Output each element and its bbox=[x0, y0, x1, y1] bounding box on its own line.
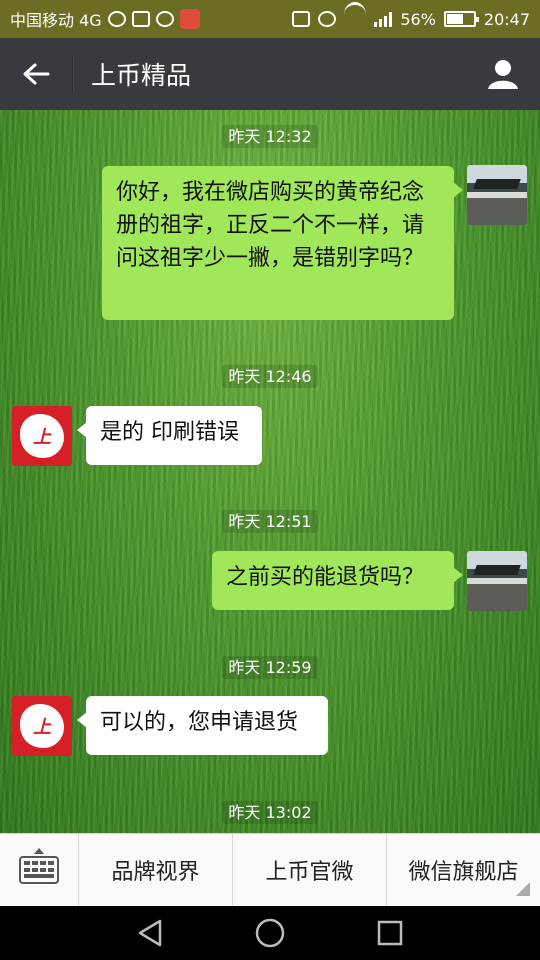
person-icon bbox=[488, 60, 518, 89]
nav-back-button[interactable] bbox=[125, 913, 175, 953]
bottom-menu: 品牌视界 上币官微 微信旗舰店 bbox=[0, 833, 540, 906]
battery-icon bbox=[443, 11, 479, 27]
timestamp: 昨天 12:51 bbox=[0, 508, 540, 533]
user-avatar[interactable] bbox=[467, 165, 527, 225]
title-divider bbox=[72, 56, 73, 92]
triangle-back-icon bbox=[138, 919, 162, 947]
timestamp: 昨天 13:02 bbox=[0, 799, 540, 824]
shop-avatar[interactable]: 上 bbox=[12, 406, 72, 466]
profile-button[interactable] bbox=[466, 38, 540, 110]
brand-logo-icon: 上 bbox=[20, 414, 64, 458]
message-bubble-received[interactable]: 是的 印刷错误 bbox=[77, 406, 262, 465]
nav-recents-button[interactable] bbox=[365, 913, 415, 953]
menu-item-label: 微信旗舰店 bbox=[408, 860, 519, 885]
arrow-left-icon bbox=[23, 63, 50, 85]
menu-item-official-weibo[interactable]: 上币官微 bbox=[233, 834, 387, 906]
timestamp: 昨天 12:46 bbox=[0, 363, 540, 388]
carrier-label: 中国移动 4G bbox=[10, 11, 102, 30]
status-right: 56% 20:47 bbox=[292, 2, 530, 29]
timestamp: 昨天 12:59 bbox=[0, 654, 540, 679]
navigation-bar bbox=[0, 906, 540, 960]
menu-item-label: 品牌视界 bbox=[111, 860, 200, 885]
keyboard-toggle-button[interactable] bbox=[0, 834, 79, 906]
wifi-icon bbox=[344, 2, 367, 27]
message-bubble-received[interactable]: 可以的，您申请退货 bbox=[77, 696, 328, 755]
message-bubble-sent[interactable]: 之前买的能退货吗？ bbox=[212, 551, 463, 610]
title-bar: 上币精品 bbox=[0, 38, 540, 110]
menu-item-brand-vision[interactable]: 品牌视界 bbox=[79, 834, 233, 906]
page-title: 上币精品 bbox=[91, 61, 192, 90]
status-left: 中国移动 4G bbox=[10, 7, 200, 31]
square-recents-icon bbox=[377, 920, 403, 946]
wechat-notification-icon bbox=[107, 11, 126, 27]
shop-avatar[interactable]: 上 bbox=[12, 696, 72, 756]
user-avatar[interactable] bbox=[467, 551, 527, 611]
chat-area[interactable]: 昨天 12:32 你好，我在微店购买的黄帝纪念册的祖字，正反二个不一样，请问这祖… bbox=[0, 110, 540, 833]
clock: 20:47 bbox=[483, 9, 530, 29]
brand-logo-icon: 上 bbox=[20, 704, 64, 748]
keyboard-icon bbox=[19, 856, 59, 884]
message-bubble-sent[interactable]: 你好，我在微店购买的黄帝纪念册的祖字，正反二个不一样，请问这祖字少一撇，是错别字… bbox=[102, 166, 463, 320]
status-bar: 中国移动 4G 56% 20:47 bbox=[0, 0, 540, 38]
submenu-corner-icon bbox=[516, 882, 530, 896]
caret-up-icon bbox=[34, 848, 44, 854]
menu-item-label: 上币官微 bbox=[265, 860, 354, 885]
alarm-icon bbox=[318, 11, 337, 27]
timestamp: 昨天 12:32 bbox=[0, 123, 540, 148]
circle-home-icon bbox=[255, 918, 285, 948]
nfc-icon bbox=[292, 11, 311, 27]
app-notification-icon bbox=[179, 9, 200, 29]
battery-percent: 56% bbox=[400, 9, 436, 29]
search-notification-icon bbox=[155, 11, 174, 27]
back-button[interactable] bbox=[0, 38, 72, 110]
menu-item-flagship-store[interactable]: 微信旗舰店 bbox=[387, 834, 540, 906]
gallery-notification-icon bbox=[131, 11, 150, 27]
nav-home-button[interactable] bbox=[245, 913, 295, 953]
signal-icon bbox=[374, 11, 393, 27]
